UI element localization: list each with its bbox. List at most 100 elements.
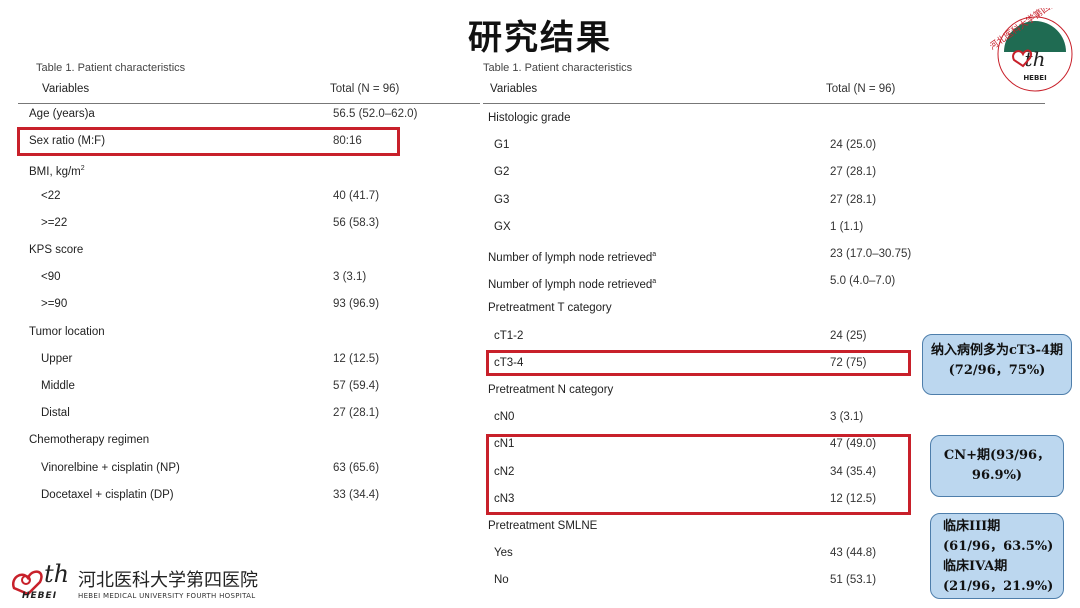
- table-row: Chemotherapy regimen: [18, 427, 480, 454]
- right-header-variables: Variables: [490, 83, 538, 95]
- row-value: 5.0 (4.0–7.0): [830, 275, 896, 288]
- row-label: KPS score: [29, 244, 84, 256]
- logo-cn-name: 河北医科大学第四医院: [78, 570, 258, 591]
- row-value: 23 (17.0–30.75): [830, 248, 912, 260]
- row-label: G2: [494, 166, 510, 179]
- table-row: Upper 12 (12.5): [18, 346, 480, 373]
- row-label: Docetaxel + cisplatin (DP): [41, 488, 174, 501]
- left-header-total: Total (N = 96): [330, 83, 400, 95]
- note-clinical-stage: 临床III期 (61/96，63.5%) 临床IVA期 (21/96，21.9%…: [930, 513, 1064, 599]
- note-ct-line2: (72/96，75%): [948, 363, 1046, 378]
- table-row: Middle 57 (59.4): [18, 373, 480, 400]
- row-label-superscript: a: [652, 278, 657, 286]
- note-cn-positive: CN+期(93/96， 96.9%): [930, 435, 1064, 497]
- note-ct-line1: 纳入病例多为cT3-4期: [930, 343, 1064, 358]
- row-value: 27 (28.1): [830, 193, 877, 206]
- table-row: Tumor location: [18, 319, 480, 346]
- row-value: 1 (1.1): [830, 220, 864, 233]
- row-value: 27 (28.1): [830, 166, 877, 179]
- table-row: GX 1 (1.1): [483, 214, 1045, 241]
- row-label: Number of lymph node retrieveda: [488, 278, 657, 292]
- logo-en-name: HEBEI MEDICAL UNIVERSITY FOURTH HOSPITAL: [78, 592, 256, 600]
- note-cn-line1: CN+期(93/96，: [943, 448, 1051, 463]
- table-row: Vinorelbine + cisplatin (NP) 63 (65.6): [18, 455, 480, 482]
- row-value: 24 (25): [830, 329, 867, 342]
- note-stage-line4: (21/96，21.9%): [943, 579, 1054, 594]
- row-label: Chemotherapy regimen: [29, 434, 150, 447]
- note-stage-line2: (61/96，63.5%): [943, 539, 1054, 554]
- row-label: Yes: [494, 547, 513, 560]
- row-label: cT1-2: [494, 329, 524, 342]
- table-row: <22 40 (41.7): [18, 183, 480, 210]
- table-row: Number of lymph node retrieveda 5.0 (4.0–…: [483, 268, 1045, 295]
- row-label: Upper: [41, 352, 73, 365]
- row-label: GX: [494, 220, 511, 233]
- row-value: 56.5 (52.0–62.0): [333, 108, 418, 120]
- table-row: G2 27 (28.1): [483, 159, 1045, 186]
- table-row: Pretreatment T category: [483, 295, 1045, 322]
- row-value: 3 (3.1): [333, 271, 367, 284]
- highlight-box-cn1-3: [486, 434, 911, 515]
- left-table-caption: Table 1. Patient characteristics: [36, 62, 186, 74]
- row-label: <22: [41, 189, 61, 202]
- table-row: KPS score: [18, 237, 480, 264]
- row-value: 33 (34.4): [333, 488, 380, 501]
- row-label: cN0: [494, 411, 515, 424]
- row-label-superscript: 2: [80, 165, 85, 173]
- svg-text:HEBEI: HEBEI: [1023, 74, 1046, 82]
- note-cn-line2: 96.9%): [971, 468, 1023, 483]
- row-label: Middle: [41, 380, 75, 392]
- table-row: >=90 93 (96.9): [18, 291, 480, 318]
- note-stage-line1: 临床III期: [943, 519, 1001, 534]
- table-row: G1 24 (25.0): [483, 132, 1045, 159]
- table-row: Age (years)a 56.5 (52.0–62.0): [18, 101, 480, 128]
- row-label: G3: [494, 193, 510, 206]
- logo-sub-text: HEBEI: [22, 591, 58, 601]
- row-value: 3 (3.1): [830, 411, 864, 424]
- row-label: >=22: [41, 216, 68, 229]
- left-header-variables: Variables: [42, 83, 90, 95]
- right-table-header: Variables Total (N = 96): [483, 76, 1045, 104]
- row-value: 24 (25.0): [830, 139, 877, 152]
- row-value: 63 (65.6): [333, 461, 380, 474]
- row-value: 12 (12.5): [333, 352, 380, 365]
- table-row: Histologic grade: [483, 105, 1045, 132]
- table-row: <90 3 (3.1): [18, 264, 480, 291]
- row-label: >=90: [41, 298, 68, 311]
- note-ct-majority: 纳入病例多为cT3-4期 (72/96，75%): [922, 334, 1072, 395]
- table-row: Docetaxel + cisplatin (DP) 33 (34.4): [18, 482, 480, 509]
- row-label: BMI, kg/m2: [29, 165, 85, 179]
- row-value: 56 (58.3): [333, 216, 380, 229]
- table-row: Distal 27 (28.1): [18, 400, 480, 427]
- logo-mark-text: th: [44, 560, 70, 588]
- row-label: Histologic grade: [488, 112, 571, 124]
- table-row: Number of lymph node retrieveda 23 (17.0–…: [483, 241, 1045, 268]
- slide-title: 研究结果: [468, 18, 612, 58]
- row-value: 57 (59.4): [333, 380, 380, 392]
- right-header-total: Total (N = 96): [826, 83, 896, 95]
- table-row: cN0 3 (3.1): [483, 404, 1045, 431]
- row-label: Vinorelbine + cisplatin (NP): [41, 461, 180, 474]
- row-value: 93 (96.9): [333, 298, 380, 311]
- row-label: Pretreatment T category: [488, 302, 612, 315]
- table-row: >=22 56 (58.3): [18, 210, 480, 237]
- row-value: 27 (28.1): [333, 407, 380, 420]
- row-value: 40 (41.7): [333, 189, 380, 202]
- row-label: No: [494, 574, 509, 587]
- row-value: 43 (44.8): [830, 547, 877, 560]
- highlight-box-ct3-4: [486, 350, 911, 376]
- row-label: <90: [41, 271, 61, 284]
- row-label: Pretreatment N category: [488, 384, 614, 396]
- left-table-header: Variables Total (N = 96): [18, 76, 480, 104]
- note-stage-line3: 临床IVA期: [943, 559, 1008, 574]
- right-table-caption: Table 1. Patient characteristics: [483, 62, 633, 74]
- hospital-logo-bottom: th HEBEI 河北医科大学第四医院 HEBEI MEDICAL UNIVER…: [8, 560, 258, 604]
- table-row: G3 27 (28.1): [483, 187, 1045, 214]
- row-label: Distal: [41, 407, 70, 420]
- row-value: 51 (53.1): [830, 574, 877, 587]
- row-label: Age (years)a: [29, 108, 95, 120]
- row-label-superscript: a: [652, 251, 657, 258]
- highlight-box-sex-ratio: [17, 127, 400, 156]
- row-label: G1: [494, 139, 510, 152]
- table-row: BMI, kg/m2: [18, 155, 480, 182]
